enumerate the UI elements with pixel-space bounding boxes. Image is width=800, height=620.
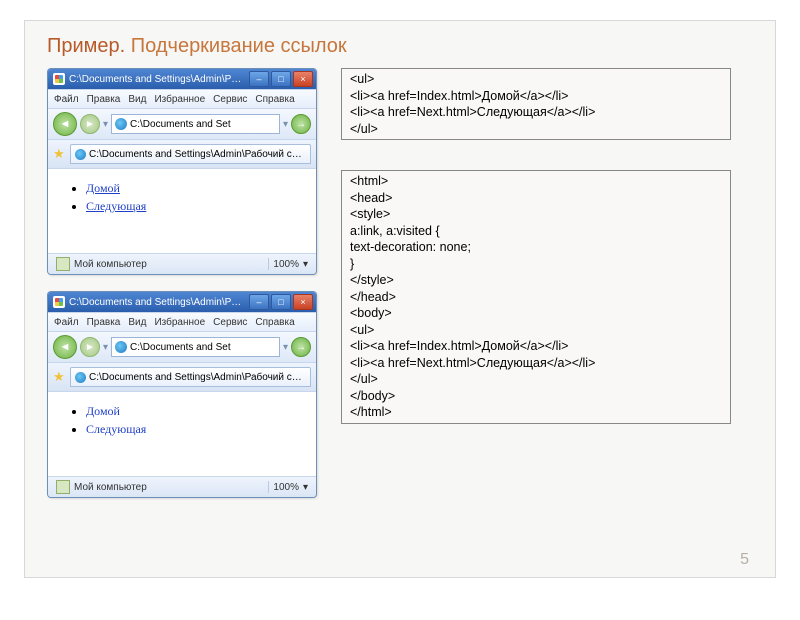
tab-label: C:\Documents and Settings\Admin\Рабочий … <box>89 149 302 160</box>
list-item: Домой <box>86 402 300 420</box>
menu-edit[interactable]: Правка <box>87 94 121 105</box>
code-box-2: <html> <head> <style> a:link, a:visited … <box>341 170 731 424</box>
close-button[interactable]: × <box>293 294 313 310</box>
page-content-1: Домой Следующая <box>48 169 316 253</box>
list-item: Следующая <box>86 420 300 438</box>
menu-service[interactable]: Сервис <box>213 317 247 328</box>
browser-mock-1: C:\Documents and Settings\Admin\P… – □ ×… <box>47 68 317 275</box>
forward-button[interactable]: ► <box>80 114 100 134</box>
toolbar-separator: ▾ <box>103 119 108 130</box>
tab-favicon-icon <box>75 372 86 383</box>
zoom-dropdown-icon[interactable]: ▾ <box>303 482 308 493</box>
link-list: Домой Следующая <box>68 179 300 215</box>
menu-favorites[interactable]: Избранное <box>154 317 205 328</box>
zoom-value: 100% <box>273 259 299 270</box>
slide-title: Пример. Подчеркивание ссылок <box>47 35 753 58</box>
address-bar[interactable]: C:\Documents and Set <box>111 114 280 134</box>
home-link[interactable]: Домой <box>86 181 120 195</box>
window-buttons: – □ × <box>249 294 313 310</box>
address-text: C:\Documents and Set <box>130 342 231 353</box>
tab-bar: ★ C:\Documents and Settings\Admin\Рабочи… <box>48 140 316 169</box>
menubar: Файл Правка Вид Избранное Сервис Справка <box>48 89 316 109</box>
ie-icon <box>115 341 127 353</box>
zoom-dropdown-icon[interactable]: ▾ <box>303 259 308 270</box>
window-buttons: – □ × <box>249 71 313 87</box>
tab-label: C:\Documents and Settings\Admin\Рабочий … <box>89 372 302 383</box>
menu-help[interactable]: Справка <box>255 94 294 105</box>
status-left: Мой компьютер <box>56 480 147 494</box>
separator <box>268 258 269 270</box>
window-titlebar: C:\Documents and Settings\Admin\P… – □ × <box>48 292 316 312</box>
menu-view[interactable]: Вид <box>128 317 146 328</box>
back-button[interactable]: ◄ <box>53 112 77 136</box>
window-titlebar: C:\Documents and Settings\Admin\P… – □ × <box>48 69 316 89</box>
title-prefix: Пример. <box>47 35 125 57</box>
go-button[interactable]: → <box>291 337 311 357</box>
back-button[interactable]: ◄ <box>53 335 77 359</box>
separator <box>268 481 269 493</box>
computer-icon <box>56 257 70 271</box>
maximize-button[interactable]: □ <box>271 71 291 87</box>
status-left: Мой компьютер <box>56 257 147 271</box>
status-right: 100% ▾ <box>268 481 308 493</box>
status-bar: Мой компьютер 100% ▾ <box>48 253 316 274</box>
next-link[interactable]: Следующая <box>86 199 146 213</box>
tab-favicon-icon <box>75 149 86 160</box>
list-item: Следующая <box>86 197 300 215</box>
columns: C:\Documents and Settings\Admin\P… – □ ×… <box>47 68 753 514</box>
zoom-value: 100% <box>273 482 299 493</box>
titlebar-left: C:\Documents and Settings\Admin\P… <box>53 296 241 308</box>
computer-icon <box>56 480 70 494</box>
app-icon <box>53 73 65 85</box>
tab-bar: ★ C:\Documents and Settings\Admin\Рабочи… <box>48 363 316 392</box>
address-bar[interactable]: C:\Documents and Set <box>111 337 280 357</box>
address-toolbar: ◄ ► ▾ C:\Documents and Set ▾ → <box>48 332 316 363</box>
favorites-star-icon[interactable]: ★ <box>53 147 67 161</box>
app-icon <box>53 296 65 308</box>
menu-favorites[interactable]: Избранное <box>154 94 205 105</box>
address-dropdown-icon[interactable]: ▾ <box>283 342 288 353</box>
status-bar: Мой компьютер 100% ▾ <box>48 476 316 497</box>
menu-help[interactable]: Справка <box>255 317 294 328</box>
menubar: Файл Правка Вид Избранное Сервис Справка <box>48 312 316 332</box>
menu-edit[interactable]: Правка <box>87 317 121 328</box>
page-content-2: Домой Следующая <box>48 392 316 476</box>
status-text: Мой компьютер <box>74 259 147 270</box>
status-right: 100% ▾ <box>268 258 308 270</box>
menu-file[interactable]: Файл <box>54 317 79 328</box>
browser-mock-2: C:\Documents and Settings\Admin\P… – □ ×… <box>47 291 317 498</box>
minimize-button[interactable]: – <box>249 71 269 87</box>
titlebar-left: C:\Documents and Settings\Admin\P… <box>53 73 241 85</box>
window-title: C:\Documents and Settings\Admin\P… <box>69 297 241 308</box>
right-column: <ul> <li><a href=Index.html>Домой</a></l… <box>341 68 731 514</box>
title-rest: Подчеркивание ссылок <box>125 35 346 57</box>
status-text: Мой компьютер <box>74 482 147 493</box>
menu-file[interactable]: Файл <box>54 94 79 105</box>
page-number: 5 <box>740 551 749 569</box>
address-toolbar: ◄ ► ▾ C:\Documents and Set ▾ → <box>48 109 316 140</box>
ie-icon <box>115 118 127 130</box>
next-link[interactable]: Следующая <box>86 422 146 436</box>
code-box-1: <ul> <li><a href=Index.html>Домой</a></l… <box>341 68 731 140</box>
address-dropdown-icon[interactable]: ▾ <box>283 119 288 130</box>
browser-tab[interactable]: C:\Documents and Settings\Admin\Рабочий … <box>70 367 311 387</box>
minimize-button[interactable]: – <box>249 294 269 310</box>
slide: Пример. Подчеркивание ссылок C:\Document… <box>24 20 776 578</box>
close-button[interactable]: × <box>293 71 313 87</box>
go-button[interactable]: → <box>291 114 311 134</box>
toolbar-separator: ▾ <box>103 342 108 353</box>
favorites-star-icon[interactable]: ★ <box>53 370 67 384</box>
list-item: Домой <box>86 179 300 197</box>
menu-service[interactable]: Сервис <box>213 94 247 105</box>
left-column: C:\Documents and Settings\Admin\P… – □ ×… <box>47 68 315 514</box>
window-title: C:\Documents and Settings\Admin\P… <box>69 74 241 85</box>
home-link[interactable]: Домой <box>86 404 120 418</box>
browser-tab[interactable]: C:\Documents and Settings\Admin\Рабочий … <box>70 144 311 164</box>
menu-view[interactable]: Вид <box>128 94 146 105</box>
maximize-button[interactable]: □ <box>271 294 291 310</box>
forward-button[interactable]: ► <box>80 337 100 357</box>
link-list: Домой Следующая <box>68 402 300 438</box>
address-text: C:\Documents and Set <box>130 119 231 130</box>
